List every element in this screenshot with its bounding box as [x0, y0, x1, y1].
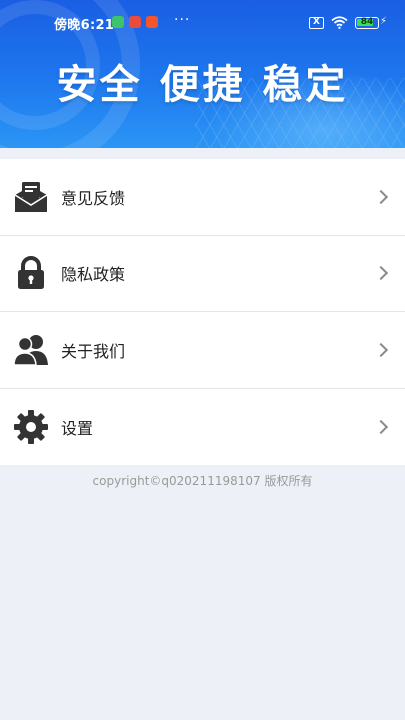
- menu-item-label: 设置: [61, 418, 94, 438]
- menu-item-feedback[interactable]: 意见反馈: [0, 159, 405, 236]
- menu-item-about-us[interactable]: 关于我们: [0, 312, 405, 389]
- menu-item-label: 意见反馈: [61, 188, 126, 208]
- notification-icons: [112, 16, 158, 28]
- no-sim-icon: X: [309, 16, 324, 29]
- menu-list: 意见反馈 隐私政策 关于我们 设置: [0, 159, 405, 465]
- banner-slogan: 安全 便捷 稳定: [56, 62, 349, 108]
- gear-icon: [13, 409, 49, 445]
- header-banner: 傍晚6:21 ··· X 84 ⚡ 安全 便捷 稳定: [0, 0, 405, 148]
- menu-item-settings[interactable]: 设置: [0, 389, 405, 466]
- notification-app-icon: [146, 16, 158, 28]
- notification-app-icon: [112, 16, 124, 28]
- copyright-text: copyright©q020211198107 版权所有: [92, 474, 313, 488]
- status-time: 傍晚6:21: [54, 18, 115, 33]
- battery-level: 84: [360, 16, 374, 27]
- battery-icon: 84: [355, 16, 379, 29]
- chevron-right-icon: [373, 342, 389, 357]
- chevron-right-icon: [373, 419, 389, 434]
- chevron-right-icon: [373, 266, 389, 281]
- notification-app-icon: [129, 16, 141, 28]
- menu-item-privacy-policy[interactable]: 隐私政策: [0, 236, 405, 312]
- menu-item-label: 隐私政策: [61, 265, 126, 285]
- screen: 傍晚6:21 ··· X 84 ⚡ 安全 便捷 稳定 意见反馈 隐私政策 关于我…: [0, 0, 405, 720]
- lock-icon: [13, 255, 49, 291]
- charging-icon: ⚡: [379, 16, 387, 27]
- wifi-icon: [331, 16, 348, 29]
- status-bar: 傍晚6:21 ··· X 84 ⚡: [0, 12, 405, 34]
- chevron-right-icon: [373, 189, 389, 204]
- feedback-mail-icon: [13, 179, 49, 215]
- system-icons: X 84: [309, 16, 379, 29]
- menu-item-label: 关于我们: [61, 341, 126, 361]
- users-icon: [13, 332, 49, 368]
- more-notifications-icon: ···: [174, 12, 191, 28]
